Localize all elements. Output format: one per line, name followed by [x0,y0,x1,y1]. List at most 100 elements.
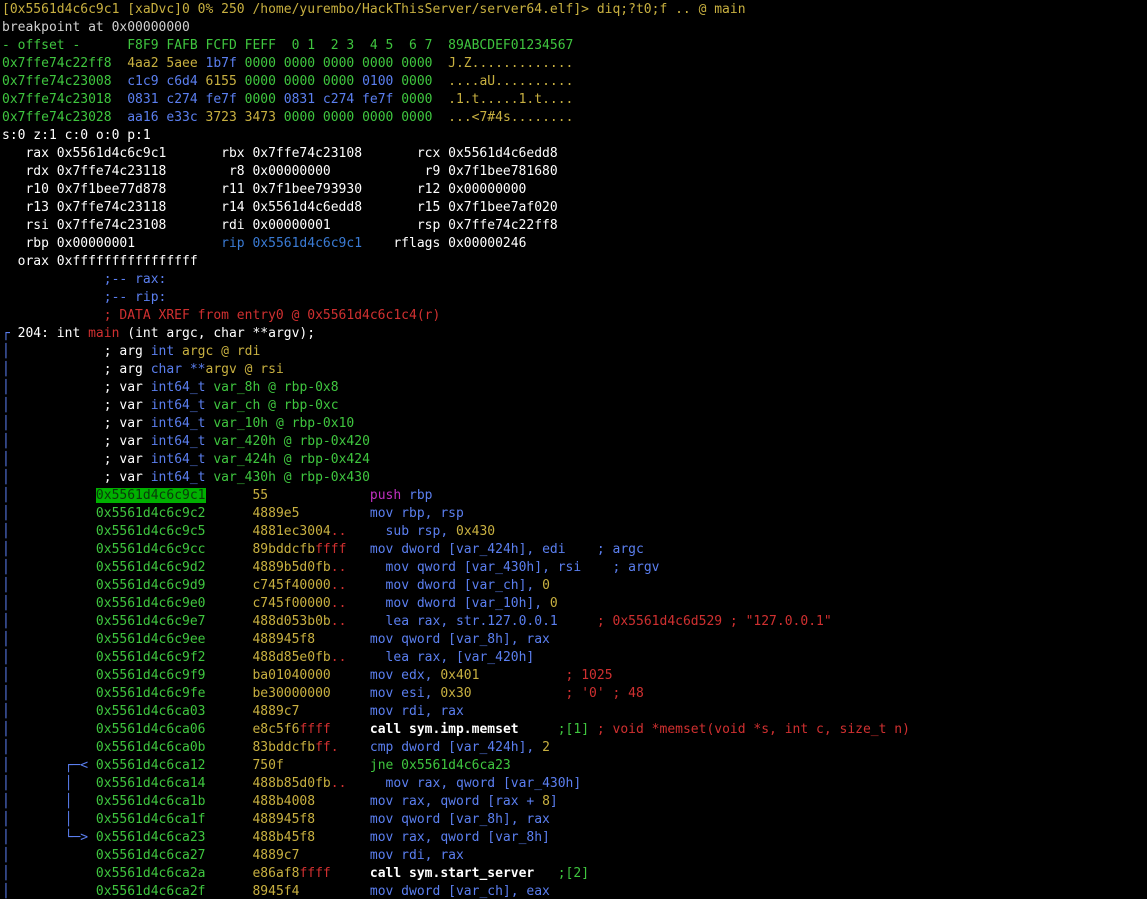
text-segment: @ rsi [244,362,284,377]
text-segment: mov dword [var_ch], eax [369,884,550,899]
text-segment: [0x5561d4c6c9c1 [xaDvc]0 0% 250 /home/yu… [2,2,746,17]
text-segment: │ [2,578,96,593]
text-segment: .. [330,776,386,791]
text-segment: │ [2,848,96,863]
text-segment: rax 0x5561d4c6c9c1 rbx 0x7ffe74c23108 rc… [2,146,558,161]
terminal-line: │ ; var int64_t var_8h @ rbp-0x8 [2,379,339,397]
text-segment: aa16 e33c [127,110,206,125]
terminal-line: 0x7ffe74c22ff8 4aa2 5aee 1b7f 0000 0000 … [2,55,573,73]
terminal-line: │ ; arg char **argv @ rsi [2,361,284,379]
text-segment: c745f00000 [252,596,331,611]
text-segment: 0100 [362,74,402,89]
text-segment: ; var [103,416,151,431]
text-segment: │ [2,380,104,395]
text-segment: 0x5561d4c6c9e7 [95,614,253,629]
text-segment: │ ┌─< [2,758,96,773]
text-segment: │ [2,704,96,719]
text-segment: rip 0x5561d4c6c9c1 [221,236,363,251]
text-segment: 0x5561d4c6c9ee [95,632,253,647]
text-segment: │ [2,542,96,557]
text-segment: │ [2,668,96,683]
text-segment: │ [2,452,104,467]
text-segment: 0x5561d4c6ca2f [95,884,253,899]
terminal-line: │ 0x5561d4c6c9c5 4881ec3004.. sub rsp, 0… [2,523,495,541]
text-segment: 0000 0000 0000 0000 0000 [244,56,449,71]
text-segment: sub rsp, [385,524,456,539]
text-segment: 0x5561d4c6ca03 [95,704,253,719]
text-segment: ; 0x5561d4c6d529 ; "127.0.0.1" [596,614,832,629]
text-segment: @ rdi [221,344,261,359]
terminal-line: │ 0x5561d4c6c9c2 4889e5 mov rbp, rsp [2,505,464,523]
text-segment: ;-- rip: [2,290,167,305]
text-segment: 0x401 [440,668,480,683]
terminal-window[interactable]: [0x5561d4c6c9c1 [xaDvc]0 0% 250 /home/yu… [0,0,1147,899]
terminal-line: │ 0x5561d4c6c9fe be30000000 mov esi, 0x3… [2,685,644,703]
terminal-line: │ ; var int64_t var_430h @ rbp-0x430 [2,469,370,487]
text-segment: 488d053b0b [252,614,331,629]
text-segment: .1.t.....1.t.... [448,92,574,107]
text-segment: ffff [299,722,370,737]
text-segment: ; var [103,470,151,485]
text-segment: mov esi, [369,686,441,701]
text-segment: │ [2,362,104,377]
text-segment: 0x5561d4c6c9d2 [95,560,253,575]
terminal-line: ; DATA XREF from entry0 @ 0x5561d4c6c1c4… [2,307,441,325]
text-segment: │ │ [2,776,96,791]
text-segment: 0x5561d4c6c9e0 [95,596,253,611]
text-segment: 4889e5 [252,506,370,521]
text-segment: mov qword [var_430h], rsi ; argv [385,560,660,575]
text-segment: .. [330,650,386,665]
text-segment: │ [2,650,96,665]
terminal-line: 0x7ffe74c23018 0831 c274 fe7f 0000 0831 … [2,91,573,109]
terminal-line: │ 0x5561d4c6c9f9 ba01040000 mov edx, 0x4… [2,667,613,685]
text-segment: 0x7ffe74c23008 [2,74,128,89]
text-segment: 8 [542,794,550,809]
terminal-line: ;-- rip: [2,289,167,307]
text-segment: ; void *memset(void *s, int c, size_t n) [596,722,910,737]
terminal-line: │ 0x5561d4c6ca27 4889c7 mov rdi, rax [2,847,464,865]
terminal-line: 0x7ffe74c23008 c1c9 c6d4 6155 0000 0000 … [2,73,573,91]
terminal-line: │ 0x5561d4c6c9e0 c745f00000.. mov dword … [2,595,558,613]
text-segment: char ** [150,362,206,377]
terminal-line: │ 0x5561d4c6ca2a e86af8ffff call sym.sta… [2,865,589,883]
current-instruction-address: 0x5561d4c6c9c1 [95,488,206,503]
text-segment: 0000 [401,74,449,89]
text-segment: 0831 c274 fe7f [127,92,245,107]
text-segment: jne 0x5561d4c6ca23 [369,758,511,773]
terminal-line: │ ; var int64_t var_424h @ rbp-0x424 [2,451,370,469]
text-segment: c745f40000 [252,578,331,593]
text-segment: 0x5561d4c6ca1b [95,794,253,809]
text-segment: ...<7#4s........ [448,110,574,125]
text-segment: int64_t [150,380,214,395]
text-segment: int [150,344,183,359]
text-segment: var_ch [213,398,269,413]
text-segment: ; var [103,452,151,467]
text-segment: │ [2,416,104,431]
terminal-line: │ 0x5561d4c6ca2f 8945f4 mov dword [var_c… [2,883,550,899]
text-segment: (int argc, char **argv); [119,326,316,341]
text-segment: 0x30 [440,686,472,701]
text-segment: 2 [542,740,550,755]
terminal-line: │ 0x5561d4c6ca03 4889c7 mov rdi, rax [2,703,464,721]
text-segment: ;[2] [557,866,590,881]
text-segment: 0x5561d4c6c9c2 [95,506,253,521]
text-segment: │ [2,506,96,521]
terminal-line: rsi 0x7ffe74c23108 rdi 0x00000001 rsp 0x… [2,217,557,235]
text-segment: 488945f8 [252,812,370,827]
text-segment: int64_t [150,398,214,413]
terminal-line: ;-- rax: [2,271,167,289]
terminal-line: orax 0xffffffffffffffff [2,253,198,271]
text-segment: 0x7ffe74c23018 [2,92,128,107]
text-segment: .. [330,524,386,539]
terminal-line: │ 0x5561d4c6c9ee 488945f8 mov qword [var… [2,631,550,649]
text-segment: r13 0x7ffe74c23118 r14 0x5561d4c6edd8 r1… [2,200,558,215]
text-segment: ; '0' ; 48 [471,686,644,701]
text-segment: e86af8 [252,866,300,881]
text-segment: mov qword [var_8h], rax [369,632,550,647]
text-segment: 0x430 [456,524,496,539]
text-segment: @ rbp-0x10 [275,416,355,431]
text-segment: │ [2,488,96,503]
terminal-line: │ 0x5561d4c6c9d2 4889b5d0fb.. mov qword … [2,559,659,577]
command-prompt-line[interactable]: [0x5561d4c6c9c1 [xaDvc]0 0% 250 /home/yu… [2,1,746,19]
text-segment: 488b45f8 [252,830,370,845]
